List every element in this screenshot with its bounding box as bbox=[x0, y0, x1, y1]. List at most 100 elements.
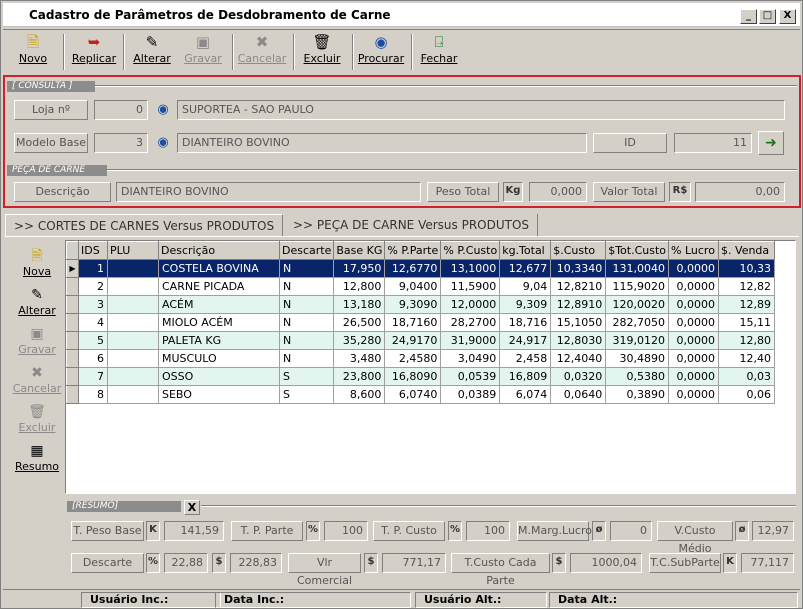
table-row[interactable]: 8 SEBO S 8,600 6,0740 0,0389 6,074 0,0640 0,3890… bbox=[66, 385, 776, 404]
minimize-button[interactable]: _ bbox=[740, 9, 757, 24]
table-cell[interactable]: 12,4040 bbox=[550, 349, 607, 368]
row-indicator[interactable] bbox=[66, 367, 79, 386]
table-cell[interactable]: 0,0000 bbox=[668, 385, 720, 404]
table-cell[interactable]: 0,0000 bbox=[668, 277, 720, 296]
table-cell[interactable]: 13,1000 bbox=[440, 259, 501, 278]
table-cell[interactable]: 12,89 bbox=[718, 295, 776, 314]
vlr-comercial-field[interactable]: 771,17 bbox=[382, 553, 446, 573]
table-cell[interactable]: 9,0400 bbox=[384, 277, 442, 296]
table-cell[interactable]: N bbox=[279, 313, 335, 332]
table-cell[interactable]: 9,04 bbox=[499, 277, 552, 296]
table-cell[interactable] bbox=[107, 313, 159, 332]
col-ids[interactable]: IDS bbox=[78, 241, 108, 260]
table-cell[interactable]: 5 bbox=[78, 331, 108, 350]
modelo-num-field[interactable]: 3 bbox=[94, 133, 148, 153]
row-indicator[interactable] bbox=[66, 313, 79, 332]
table-cell[interactable]: MIOLO ACÉM bbox=[158, 313, 280, 332]
table-cell[interactable]: 24,9170 bbox=[384, 331, 442, 350]
nova-side-button[interactable]: 🗎 Nova bbox=[9, 247, 65, 278]
search-loja-icon[interactable]: ◉ bbox=[154, 101, 172, 119]
excluir-button[interactable]: 🗑 Excluir bbox=[299, 32, 345, 72]
table-cell[interactable]: 11,5900 bbox=[440, 277, 501, 296]
replicar-button[interactable]: ➥ Replicar bbox=[69, 32, 119, 72]
p-parte-field[interactable]: 100 bbox=[324, 521, 368, 541]
table-cell[interactable]: 120,0020 bbox=[605, 295, 670, 314]
table-cell[interactable]: CARNE PICADA bbox=[158, 277, 280, 296]
table-cell[interactable]: N bbox=[279, 331, 335, 350]
table-cell[interactable]: 9,3090 bbox=[384, 295, 442, 314]
table-cell[interactable]: 0,0320 bbox=[550, 367, 607, 386]
maximize-button[interactable]: □ bbox=[759, 9, 776, 24]
table-cell[interactable]: 0,0000 bbox=[668, 367, 720, 386]
table-cell[interactable]: 12,40 bbox=[718, 349, 776, 368]
table-cell[interactable]: 28,2700 bbox=[440, 313, 501, 332]
table-cell[interactable]: 31,9000 bbox=[440, 331, 501, 350]
row-indicator[interactable] bbox=[66, 331, 79, 350]
close-button[interactable]: X bbox=[779, 9, 796, 24]
table-row[interactable]: 7 OSSO S 23,800 16,8090 0,0539 16,809 0,0320 0,5… bbox=[66, 367, 776, 386]
col-p-parte[interactable]: % P.Parte bbox=[384, 241, 442, 260]
table-cell[interactable] bbox=[107, 259, 159, 278]
table-cell[interactable]: 0,0539 bbox=[440, 367, 501, 386]
table-cell[interactable]: ACÉM bbox=[158, 295, 280, 314]
table-cell[interactable]: PALETA KG bbox=[158, 331, 280, 350]
table-cell[interactable]: SEBO bbox=[158, 385, 280, 404]
table-cell[interactable]: 12,8210 bbox=[550, 277, 607, 296]
resumo-close-button[interactable]: X bbox=[184, 500, 200, 515]
table-cell[interactable]: 18,7160 bbox=[384, 313, 442, 332]
table-cell[interactable]: N bbox=[279, 277, 335, 296]
procurar-button[interactable]: ◉ Procurar bbox=[357, 32, 405, 72]
table-cell[interactable]: 12,800 bbox=[333, 277, 386, 296]
table-cell[interactable] bbox=[107, 277, 159, 296]
table-cell[interactable]: 12,0000 bbox=[440, 295, 501, 314]
p-custo-field[interactable]: 100 bbox=[466, 521, 510, 541]
table-cell[interactable]: OSSO bbox=[158, 367, 280, 386]
table-cell[interactable]: 12,6770 bbox=[384, 259, 442, 278]
table-cell[interactable]: 6 bbox=[78, 349, 108, 368]
table-cell[interactable]: 0,0000 bbox=[668, 313, 720, 332]
col-venda[interactable]: $. Venda bbox=[718, 241, 776, 260]
valor-total-field[interactable]: 0,00 bbox=[695, 182, 785, 202]
table-cell[interactable] bbox=[107, 349, 159, 368]
table-cell[interactable]: 16,8090 bbox=[384, 367, 442, 386]
table-row[interactable]: 5 PALETA KG N 35,280 24,9170 31,9000 24,917 12,… bbox=[66, 331, 776, 350]
table-cell[interactable]: 0,5380 bbox=[605, 367, 670, 386]
marg-lucro-field[interactable]: 0 bbox=[610, 521, 652, 541]
cortes-grid[interactable]: IDS PLU Descrição Descarte Base KG % P.P… bbox=[65, 240, 796, 494]
row-indicator[interactable] bbox=[66, 277, 79, 296]
table-cell[interactable]: 12,82 bbox=[718, 277, 776, 296]
table-cell[interactable]: 10,3340 bbox=[550, 259, 607, 278]
table-cell[interactable]: 16,809 bbox=[499, 367, 552, 386]
table-cell[interactable]: 23,800 bbox=[333, 367, 386, 386]
table-cell[interactable]: 10,33 bbox=[718, 259, 776, 278]
table-cell[interactable] bbox=[107, 331, 159, 350]
table-cell[interactable]: 115,9020 bbox=[605, 277, 670, 296]
table-cell[interactable]: 0,03 bbox=[718, 367, 776, 386]
table-cell[interactable]: 18,716 bbox=[499, 313, 552, 332]
table-cell[interactable]: 131,0040 bbox=[605, 259, 670, 278]
table-cell[interactable]: COSTELA BOVINA bbox=[158, 259, 280, 278]
table-row[interactable]: ▶ 1 COSTELA BOVINA N 17,950 12,6770 13,1000 12,… bbox=[66, 259, 776, 278]
table-cell[interactable]: 24,917 bbox=[499, 331, 552, 350]
table-cell[interactable]: 0,0000 bbox=[668, 259, 720, 278]
table-cell[interactable]: 3,480 bbox=[333, 349, 386, 368]
table-cell[interactable] bbox=[107, 295, 159, 314]
table-cell[interactable]: 0,0000 bbox=[668, 295, 720, 314]
table-cell[interactable]: 13,180 bbox=[333, 295, 386, 314]
table-cell[interactable]: 35,280 bbox=[333, 331, 386, 350]
table-row[interactable]: 6 MUSCULO N 3,480 2,4580 3,0490 2,458 12,4040 30… bbox=[66, 349, 776, 368]
table-cell[interactable]: 12,8030 bbox=[550, 331, 607, 350]
go-arrow-button[interactable]: ➜ bbox=[758, 131, 784, 155]
table-cell[interactable]: 0,0389 bbox=[440, 385, 501, 404]
cancelar-button[interactable]: ✖ Cancelar bbox=[237, 32, 287, 72]
table-cell[interactable]: 3 bbox=[78, 295, 108, 314]
loja-nome-field[interactable]: SUPORTEA - SAO PAULO bbox=[177, 100, 785, 120]
peca-descricao-field[interactable]: DIANTEIRO BOVINO bbox=[116, 182, 421, 202]
col-p-custo[interactable]: % P.Custo bbox=[440, 241, 501, 260]
gravar-side-button[interactable]: ▣ Gravar bbox=[9, 325, 65, 356]
table-cell[interactable]: 15,1050 bbox=[550, 313, 607, 332]
table-cell[interactable]: MUSCULO bbox=[158, 349, 280, 368]
modelo-nome-field[interactable]: DIANTEIRO BOVINO bbox=[177, 133, 587, 153]
excluir-side-button[interactable]: 🗑 Excluir bbox=[9, 403, 65, 434]
table-cell[interactable]: S bbox=[279, 385, 335, 404]
